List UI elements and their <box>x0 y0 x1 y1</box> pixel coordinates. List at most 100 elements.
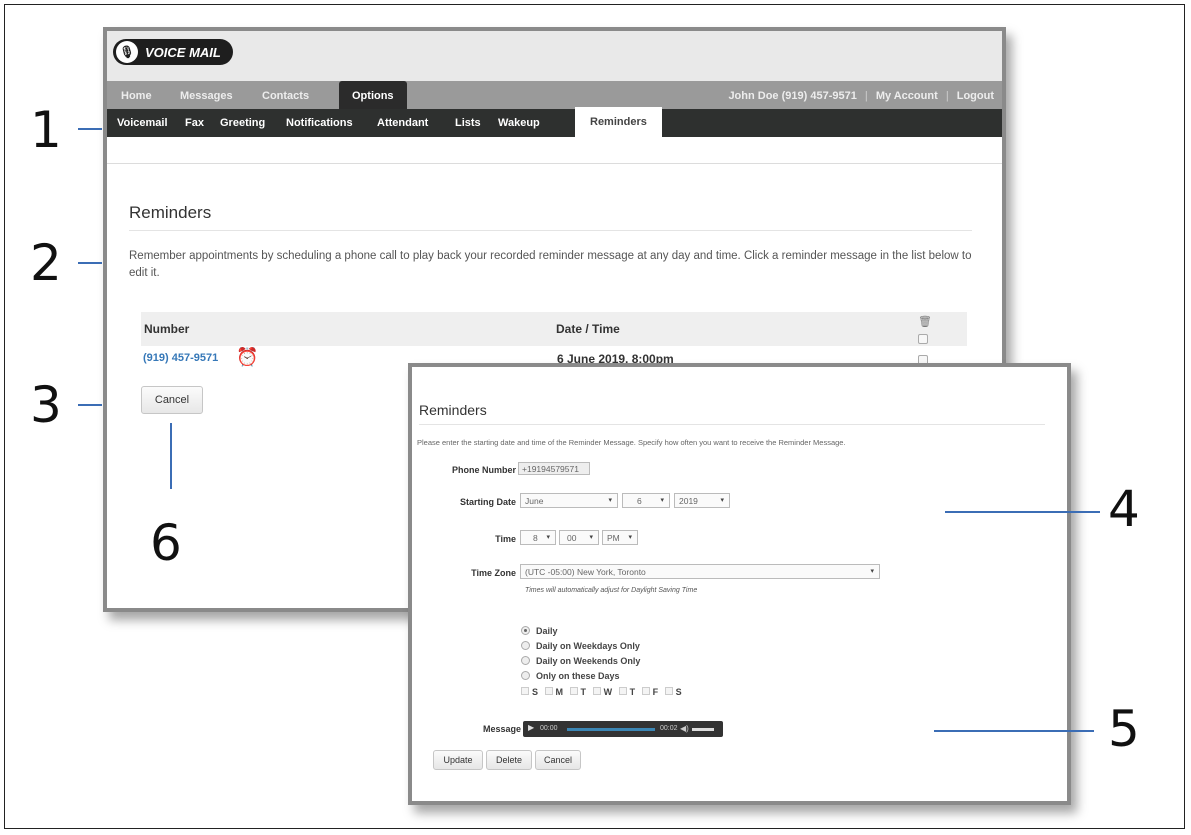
play-icon[interactable]: ▶ <box>528 723 534 732</box>
day-label: S <box>675 687 682 697</box>
callout-2: 2 <box>30 234 62 292</box>
my-account-link[interactable]: My Account <box>876 90 938 102</box>
separator: | <box>864 90 868 102</box>
trash-icon[interactable]: 🗑 <box>918 315 932 328</box>
volume-icon[interactable]: ◀) <box>680 724 689 733</box>
callout-4: 4 <box>1108 480 1140 538</box>
options-subnav: Voicemail Fax Greeting Notifications Att… <box>107 107 1002 137</box>
callout-line-5 <box>934 730 1094 732</box>
chevron-down-icon: ▾ <box>608 497 612 504</box>
day-checkbox[interactable] <box>569 687 578 695</box>
phone-number-field[interactable]: +19194579571 <box>518 462 590 475</box>
day-select[interactable]: 6 ▾ <box>622 493 670 508</box>
nav-options[interactable]: Options <box>339 81 407 109</box>
logout-link[interactable]: Logout <box>957 90 994 102</box>
year-select[interactable]: 2019 ▾ <box>674 493 730 508</box>
alarm-clock-icon: ⏰ <box>236 347 259 367</box>
hour-value: 8 <box>533 533 538 543</box>
frequency-option[interactable]: Daily on Weekdays Only <box>521 641 640 651</box>
callout-line-6 <box>170 423 172 489</box>
time-zone-select[interactable]: (UTC -05:00) New York, Toronto ▾ <box>520 564 880 579</box>
user-name-phone: John Doe (919) 457-9571 <box>728 90 857 102</box>
radio-icon <box>521 656 530 665</box>
cancel-button[interactable]: Cancel <box>535 750 581 770</box>
starting-date-label: Starting Date <box>459 497 516 507</box>
table-header: Number Date / Time 🗑 <box>141 312 967 346</box>
nav-messages[interactable]: Messages <box>180 81 233 109</box>
year-value: 2019 <box>679 496 698 506</box>
chevron-down-icon: ▾ <box>546 534 550 541</box>
day-label: M <box>555 687 564 697</box>
day-checkbox[interactable] <box>618 687 627 695</box>
header-band: 🎙 VOICE MAIL <box>107 31 1002 81</box>
logo[interactable]: 🎙 VOICE MAIL <box>113 39 233 65</box>
nav-contacts[interactable]: Contacts <box>262 81 309 109</box>
month-select[interactable]: June ▾ <box>520 493 618 508</box>
dst-hint: Times will automatically adjust for Dayl… <box>525 587 698 594</box>
frequency-option[interactable]: Daily <box>521 626 558 636</box>
update-button[interactable]: Update <box>433 750 483 770</box>
day-checkbox[interactable] <box>592 687 601 695</box>
time-zone-value: (UTC -05:00) New York, Toronto <box>525 567 646 577</box>
day-checkbox[interactable] <box>521 687 529 695</box>
day-value: 6 <box>637 496 642 506</box>
subnav-lists[interactable]: Lists <box>455 109 481 137</box>
day-checkbox[interactable] <box>664 687 673 695</box>
ampm-select[interactable]: PM ▾ <box>602 530 638 545</box>
minute-select[interactable]: 00 ▾ <box>559 530 599 545</box>
page-title: Reminders <box>129 203 212 222</box>
callout-6: 6 <box>150 514 182 572</box>
day-checkbox[interactable] <box>544 687 553 695</box>
subnav-fax[interactable]: Fax <box>185 109 204 137</box>
subnav-voicemail[interactable]: Voicemail <box>117 109 168 137</box>
frequency-option[interactable]: Only on these Days <box>521 671 620 681</box>
duration: 00:02 <box>660 725 678 732</box>
subnav-greeting[interactable]: Greeting <box>220 109 265 137</box>
callout-line-4 <box>945 511 1100 513</box>
chevron-down-icon: ▾ <box>660 497 664 504</box>
chevron-down-icon: ▾ <box>628 534 632 541</box>
callout-5: 5 <box>1108 700 1140 758</box>
subnav-attendant[interactable]: Attendant <box>377 109 428 137</box>
day-label: T <box>580 687 587 697</box>
main-nav: Home Messages Contacts Options John Doe … <box>107 81 1002 109</box>
logo-text: VOICE MAIL <box>145 44 221 60</box>
frequency-label: Daily on Weekdays Only <box>536 641 640 651</box>
day-label: F <box>652 687 659 697</box>
volume-slider[interactable] <box>692 728 714 731</box>
month-value: June <box>525 496 544 506</box>
title-rule <box>129 230 972 231</box>
reminder-number-link[interactable]: (919) 457-9571 <box>143 352 218 364</box>
frequency-label: Daily <box>536 626 558 636</box>
day-checkbox[interactable] <box>641 687 650 695</box>
reminder-edit-window: Reminders Please enter the starting date… <box>408 363 1071 805</box>
divider <box>107 163 1002 164</box>
subnav-wakeup[interactable]: Wakeup <box>498 109 540 137</box>
page-description: Remember appointments by scheduling a ph… <box>129 250 972 279</box>
cancel-button[interactable]: Cancel <box>141 386 203 414</box>
column-date-time: Date / Time <box>556 322 620 336</box>
edit-description: Please enter the starting date and time … <box>417 438 846 447</box>
callout-line-1 <box>78 128 102 130</box>
time-label: Time <box>495 534 516 544</box>
select-all-checkbox[interactable] <box>918 334 928 344</box>
seek-bar[interactable] <box>567 728 655 731</box>
phone-number-label: Phone Number <box>451 465 516 475</box>
day-label: W <box>603 687 613 697</box>
hour-select[interactable]: 8 ▾ <box>520 530 556 545</box>
separator: | <box>945 90 949 102</box>
nav-home[interactable]: Home <box>121 81 152 109</box>
radio-icon <box>521 671 530 680</box>
callout-line-3 <box>78 404 102 406</box>
radio-selected-icon <box>521 626 530 635</box>
chevron-down-icon: ▾ <box>720 497 724 504</box>
day-label: T <box>629 687 636 697</box>
frequency-label: Daily on Weekends Only <box>536 656 641 666</box>
frequency-option[interactable]: Daily on Weekends Only <box>521 656 640 666</box>
callout-line-2 <box>78 262 102 264</box>
delete-button[interactable]: Delete <box>486 750 532 770</box>
subnav-notifications[interactable]: Notifications <box>286 109 353 137</box>
time-zone-label: Time Zone <box>471 568 516 578</box>
subnav-reminders[interactable]: Reminders <box>575 107 662 137</box>
elapsed-time: 00:00 <box>540 725 558 732</box>
